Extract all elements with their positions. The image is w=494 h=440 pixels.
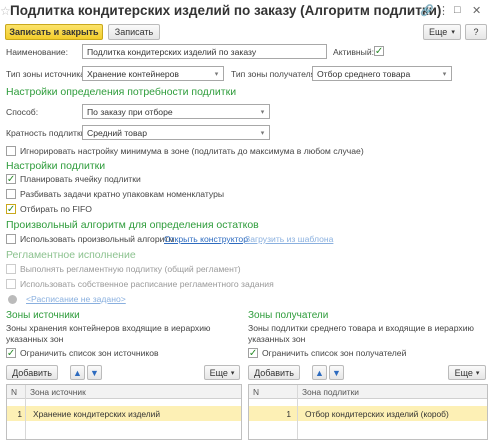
check-icon: ✓	[6, 173, 16, 185]
algorithm-section-title: Произвольный алгоритм для определения ос…	[6, 219, 259, 231]
link-icon[interactable]: 🔗	[420, 4, 434, 17]
source-zone-type-label: Тип зоны источника:	[6, 69, 88, 79]
dest-more-label: Еще	[454, 367, 473, 378]
run-regulation-checkbox[interactable]	[6, 264, 16, 274]
source-zone-type-value: Хранение контейнеров	[87, 69, 179, 79]
window-title: Подлитка кондитерских изделий по заказу …	[10, 3, 442, 18]
close-icon[interactable]: ✕	[472, 4, 481, 17]
arrow-up-icon: ▲	[315, 367, 324, 378]
dest-restrict-label: Ограничить список зон получателей	[262, 348, 407, 358]
dest-panel-title: Зоны получатели	[248, 310, 329, 321]
help-button[interactable]: ?	[465, 24, 487, 40]
chevron-down-icon[interactable]: ▾	[256, 105, 269, 118]
open-constructor-link[interactable]: Открыть конструктор	[164, 234, 248, 244]
name-label: Наименование:	[6, 47, 68, 57]
check-icon: ✓	[248, 347, 258, 359]
source-col-zone[interactable]: Зона источник	[25, 385, 241, 399]
plan-cell-label: Планировать ячейку подлитки	[20, 174, 141, 184]
source-col-n[interactable]: N	[7, 385, 25, 399]
table-row[interactable]: 1 Отбор кондитерских изделий (короб)	[249, 406, 487, 421]
check-icon: ✓	[374, 45, 384, 57]
own-schedule-label: Использовать собственное расписание регл…	[20, 279, 274, 289]
multiplicity-value: Средний товар	[87, 128, 147, 138]
schedule-link[interactable]: <Расписание не задано>	[26, 294, 126, 304]
source-add-button[interactable]: Добавить	[6, 365, 58, 380]
maximize-icon[interactable]: □	[454, 4, 461, 16]
check-icon: ✓	[6, 203, 16, 215]
fifo-label: Отбирать по FIFO	[20, 204, 92, 214]
source-row-n: 1	[17, 409, 22, 419]
plan-cell-checkbox[interactable]: ✓	[6, 174, 16, 184]
split-tasks-label: Разбивать задачи кратно упаковкам номенк…	[20, 189, 225, 199]
dest-row-zone: Отбор кондитерских изделий (короб)	[305, 409, 449, 419]
source-move-down-button[interactable]: ▼	[87, 365, 102, 380]
save-button[interactable]: Записать	[108, 24, 160, 40]
method-value: По заказу при отборе	[87, 107, 173, 117]
ignore-min-checkbox[interactable]	[6, 146, 16, 156]
run-regulation-label: Выполнять регламентную подлитку (общий р…	[20, 264, 241, 274]
dest-zone-type-label: Тип зоны получателя:	[231, 69, 318, 79]
chevron-down-icon: ▾	[230, 369, 235, 377]
settings-section-title: Настройки подлитки	[6, 160, 106, 172]
source-more-label: Еще	[209, 367, 228, 378]
method-field[interactable]: По заказу при отборе ▾	[82, 104, 270, 119]
more-label: Еще	[429, 27, 448, 37]
dest-panel-description: Зоны подлитки среднего товара и входящие…	[248, 323, 474, 344]
check-icon: ✓	[6, 347, 16, 359]
arrow-down-icon: ▼	[332, 367, 341, 378]
dest-move-down-button[interactable]: ▼	[329, 365, 344, 380]
source-zone-type-field[interactable]: Хранение контейнеров ▾	[82, 66, 224, 81]
own-schedule-checkbox[interactable]	[6, 279, 16, 289]
dest-restrict-checkbox[interactable]: ✓	[248, 348, 258, 358]
fifo-checkbox[interactable]: ✓	[6, 204, 16, 214]
dest-zone-type-value: Отбор среднего товара	[317, 69, 411, 79]
source-move-up-button[interactable]: ▲	[70, 365, 85, 380]
dest-table[interactable]: N Зона подлитки 1 Отбор кондитерских изд…	[248, 384, 488, 440]
column-divider	[297, 385, 298, 439]
multiplicity-field[interactable]: Средний товар ▾	[82, 125, 270, 140]
need-section-title: Настройки определения потребности подлит…	[6, 86, 237, 98]
active-label: Активный:	[333, 47, 375, 57]
arrow-down-icon: ▼	[90, 367, 99, 378]
active-checkbox[interactable]: ✓	[374, 46, 384, 56]
split-tasks-checkbox[interactable]	[6, 189, 16, 199]
use-custom-checkbox[interactable]	[6, 234, 16, 244]
arrow-up-icon: ▲	[73, 367, 82, 378]
source-more-button[interactable]: Еще ▾	[204, 365, 240, 380]
regulation-section-title: Регламентное исполнение	[6, 249, 136, 261]
dest-row-n: 1	[286, 409, 291, 419]
multiplicity-label: Кратность подлитки:	[6, 128, 88, 138]
chevron-down-icon[interactable]: ▾	[438, 67, 451, 80]
chevron-down-icon[interactable]: ▾	[256, 126, 269, 139]
name-field[interactable]: Подлитка кондитерских изделий по заказу	[82, 44, 327, 59]
chevron-down-icon: ▾	[451, 29, 455, 36]
method-label: Способ:	[6, 107, 39, 117]
table-row[interactable]: 1 Хранение кондитерских изделий	[7, 406, 241, 421]
dest-col-n[interactable]: N	[249, 385, 297, 399]
ignore-min-label: Игнорировать настройку минимума в зоне (…	[20, 146, 364, 156]
dest-add-button[interactable]: Добавить	[248, 365, 300, 380]
source-restrict-label: Ограничить список зон источников	[20, 348, 159, 358]
source-panel-description: Зоны хранения контейнеров входящие в иер…	[6, 323, 211, 344]
dest-zone-type-field[interactable]: Отбор среднего товара ▾	[312, 66, 452, 81]
more-icon[interactable]: ⋮	[438, 4, 449, 17]
source-row-zone: Хранение кондитерских изделий	[33, 409, 161, 419]
dest-move-up-button[interactable]: ▲	[312, 365, 327, 380]
chevron-down-icon: ▾	[475, 369, 480, 377]
use-custom-label: Использовать произвольный алгоритм	[20, 234, 175, 244]
source-table[interactable]: N Зона источник 1 Хранение кондитерских …	[6, 384, 242, 440]
more-button[interactable]: Еще ▾	[423, 24, 461, 40]
dest-more-button[interactable]: Еще ▾	[448, 365, 486, 380]
source-restrict-checkbox[interactable]: ✓	[6, 348, 16, 358]
clock-icon	[8, 295, 17, 304]
save-and-close-button[interactable]: Записать и закрыть	[5, 24, 103, 40]
dest-col-zone[interactable]: Зона подлитки	[297, 385, 487, 399]
source-panel-title: Зоны источники	[6, 310, 80, 321]
chevron-down-icon[interactable]: ▾	[210, 67, 223, 80]
load-template-link[interactable]: Загрузить из шаблона	[245, 234, 333, 244]
column-divider	[25, 385, 26, 439]
